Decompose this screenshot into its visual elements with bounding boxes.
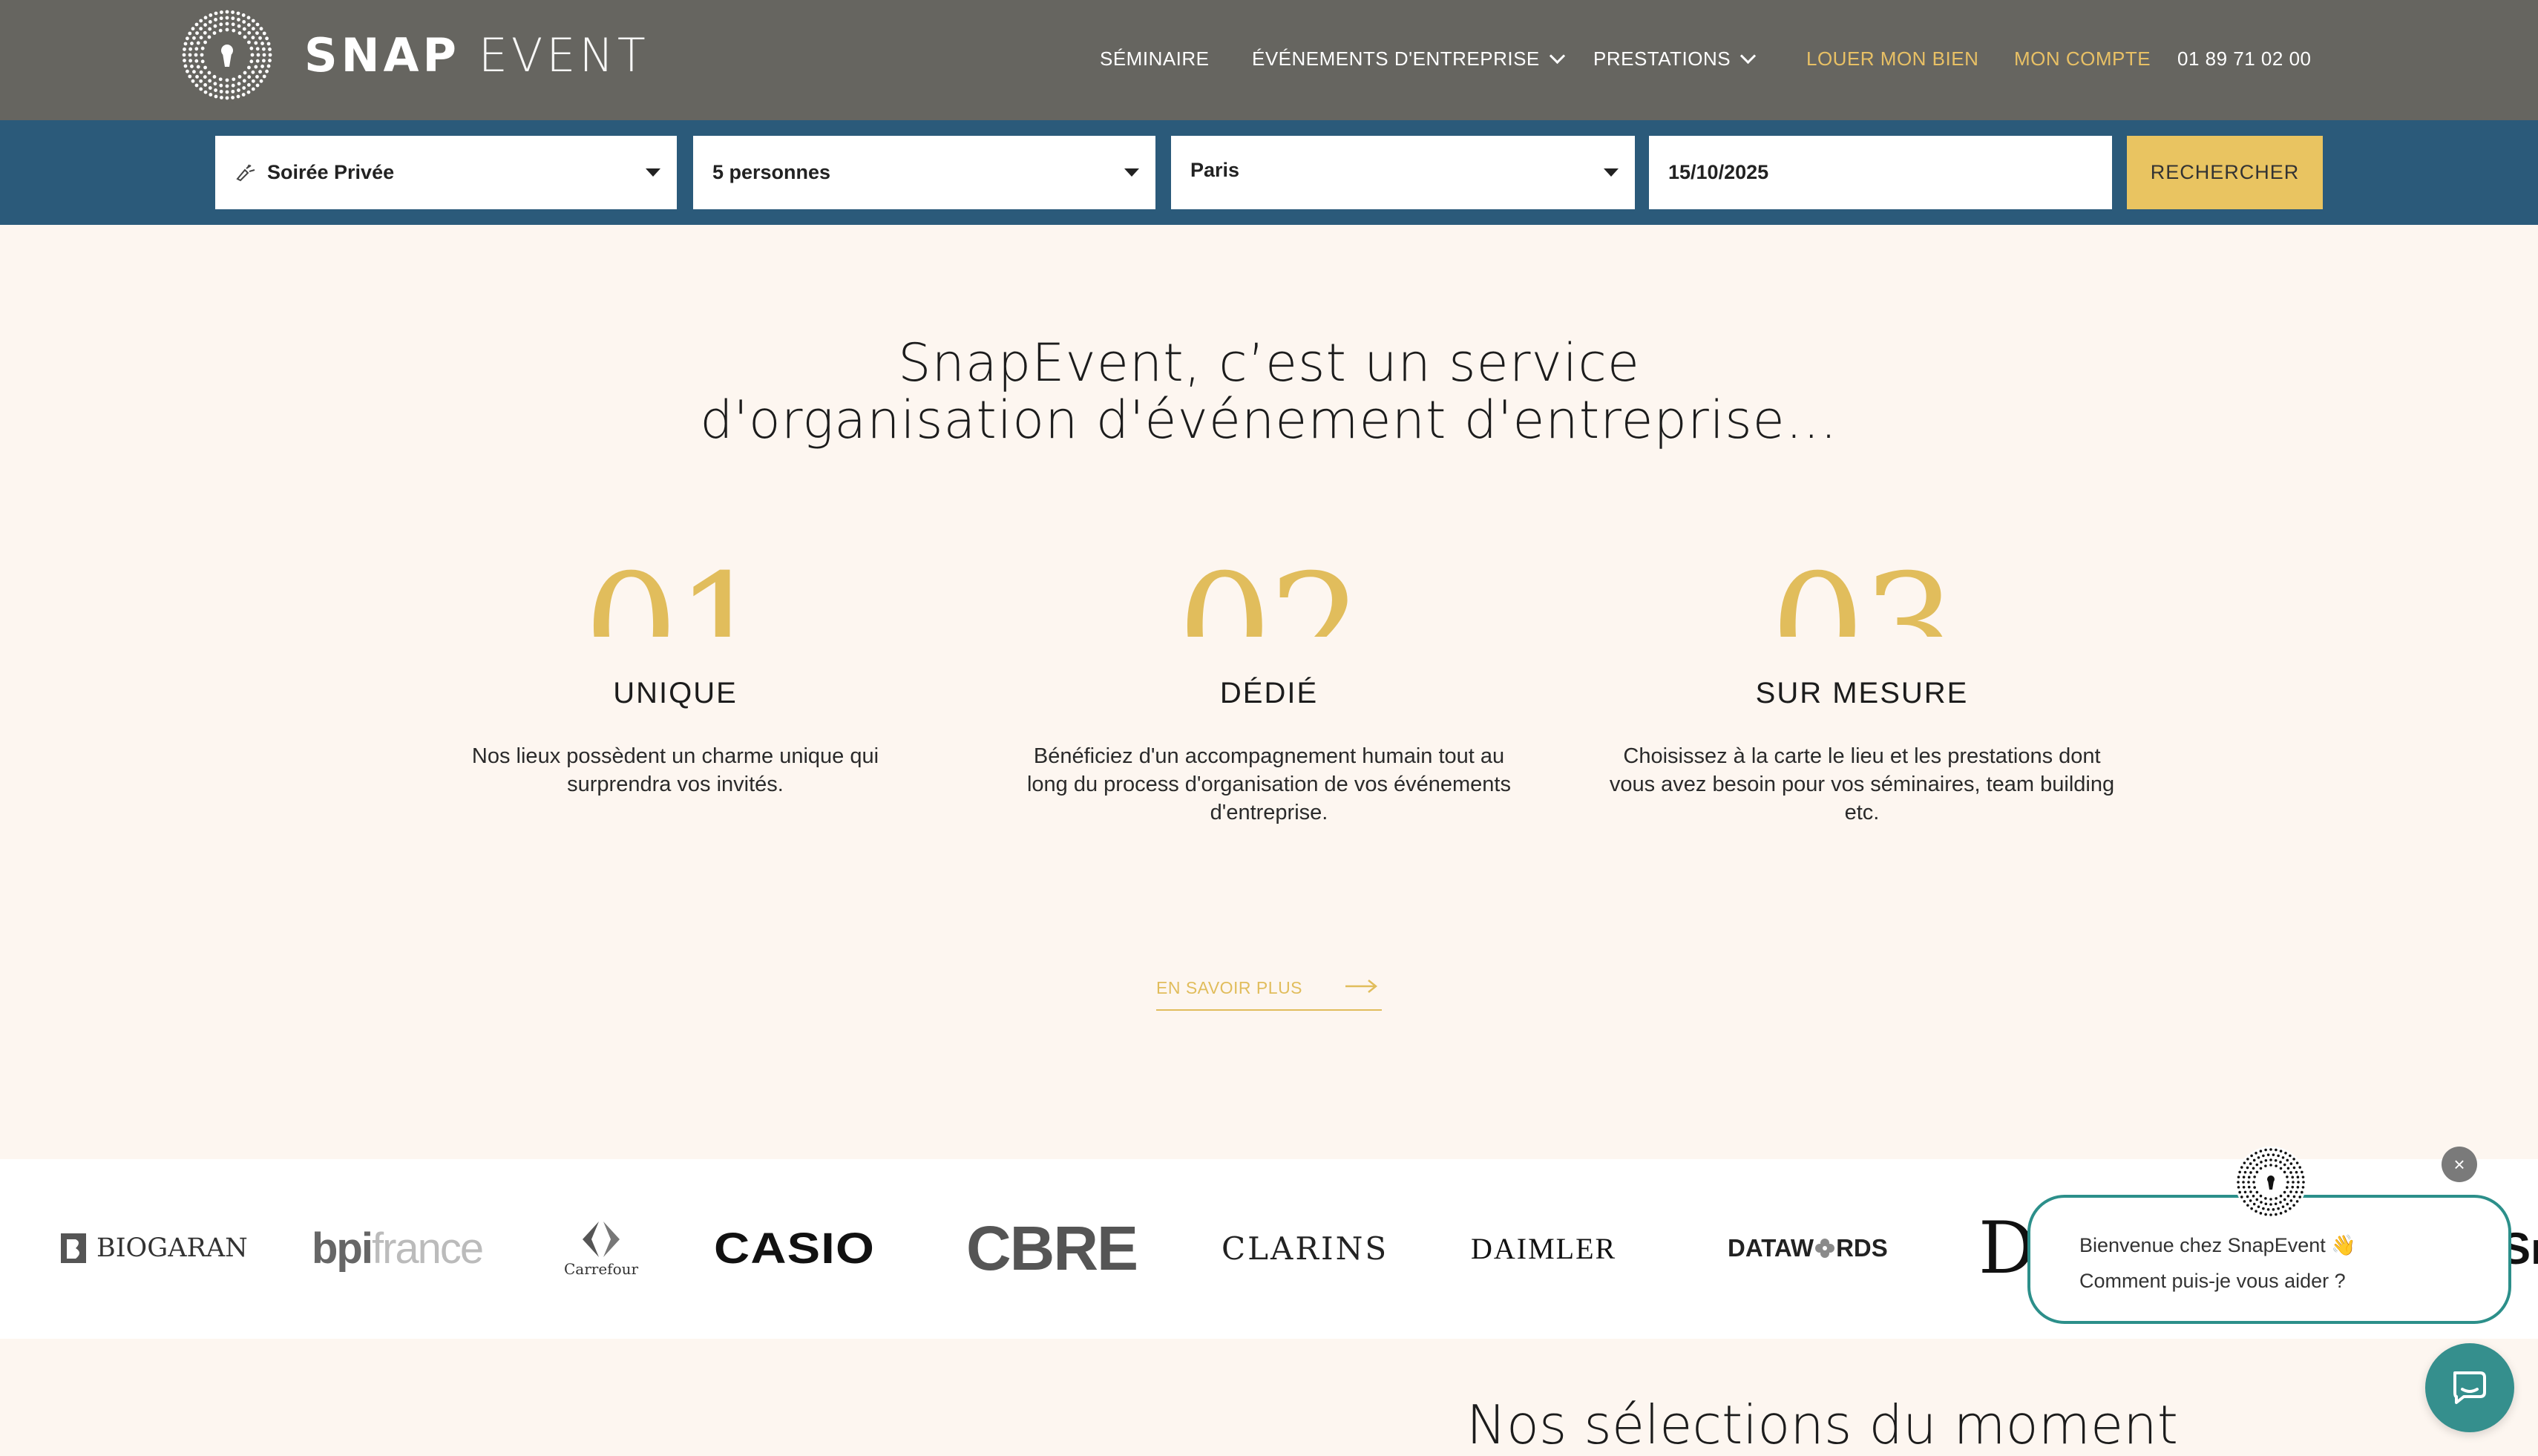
biogaran-mark-icon [61, 1233, 86, 1263]
dropdown-caret-icon [1604, 168, 1619, 177]
client-logo-carrefour: Carrefour [564, 1210, 638, 1287]
search-button[interactable]: RECHERCHER [2127, 136, 2323, 209]
chat-launcher-button[interactable] [2425, 1343, 2514, 1432]
dropdown-caret-icon [1124, 168, 1139, 177]
keyhole-avatar-icon [2237, 1148, 2305, 1216]
date-field[interactable]: 15/10/2025 [1649, 136, 2112, 209]
client-logo-biogaran: BIOGARAN [59, 1210, 248, 1287]
nav-evenements[interactable]: ÉVÉNEMENTS D'ENTREPRISE [1252, 0, 1565, 117]
client-logo-datawords: DATAW RDS [1728, 1234, 1888, 1262]
logo[interactable]: SNAP EVENT [180, 7, 649, 102]
city-select[interactable]: Paris [1171, 136, 1635, 209]
chevron-down-icon [1740, 47, 1757, 64]
feature-number-2: 02 [1177, 542, 1364, 637]
logo-wordmark: SNAP EVENT [304, 27, 649, 82]
chat-avatar [2235, 1147, 2306, 1218]
flower-icon [1815, 1239, 1835, 1258]
feature-title-2: DÉDIÉ [1219, 677, 1319, 709]
guests-select[interactable]: 5 personnes [693, 136, 1155, 209]
chevron-down-icon [1549, 47, 1565, 64]
client-logo-casio: CASIO [714, 1224, 875, 1273]
client-logo-bpifrance: bpi france [312, 1224, 484, 1273]
chat-close-button[interactable]: × [2442, 1147, 2477, 1182]
nav-prestations[interactable]: PRESTATIONS [1593, 0, 1757, 117]
nav-seminaire[interactable]: SÉMINAIRE [1100, 0, 1210, 117]
client-logo-daimler: DAIMLER [1471, 1231, 1617, 1265]
feature-desc-1: Nos lieux possèdent un charme unique qui… [471, 744, 879, 796]
dropdown-caret-icon [646, 168, 660, 177]
champagne-icon [235, 163, 257, 182]
chat-icon [2453, 1371, 2486, 1404]
keyhole-logo-icon [182, 10, 272, 100]
feature-desc-3: Choisissez à la carte le lieu et les pre… [1609, 744, 2115, 824]
feature-number-1: 01 [583, 542, 770, 637]
client-logo-clarins: CLARINS [1222, 1230, 1389, 1267]
site-header: SNAP EVENT SÉMINAIRE ÉVÉNEMENTS D'ENTREP… [0, 0, 2538, 120]
arrow-right-icon [1345, 978, 1378, 998]
intro-title-line1: SnapEvent, c’est un service [898, 332, 1640, 393]
nav-phone[interactable]: 01 89 71 02 00 [2177, 0, 2312, 117]
client-logo-cbre: CBRE [966, 1213, 1138, 1283]
intro-title-line2: d'organisation d'événement d'entreprise… [700, 390, 1838, 450]
feature-number-3: 03 [1770, 542, 1957, 637]
chat-welcome-line1: Bienvenue chez SnapEvent 👋 [2079, 1234, 2356, 1256]
nav-mon-compte[interactable]: MON COMPTE [2014, 0, 2151, 117]
feature-title-1: UNIQUE [613, 677, 738, 709]
chat-welcome-line2: Comment puis-je vous aider ? [2079, 1270, 2346, 1292]
learn-more-link[interactable]: EN SAVOIR PLUS [1156, 966, 1382, 1011]
carrefour-mark-icon [583, 1221, 620, 1257]
selections-title: Nos sélections du moment [1466, 1394, 2179, 1456]
feature-desc-2: Bénéficiez d'un accompagnement humain to… [1026, 744, 1511, 824]
feature-title-3: SUR MESURE [1755, 677, 1969, 709]
nav-louer-mon-bien[interactable]: LOUER MON BIEN [1806, 0, 1978, 117]
event-type-select[interactable]: Soirée Privée [215, 136, 677, 209]
